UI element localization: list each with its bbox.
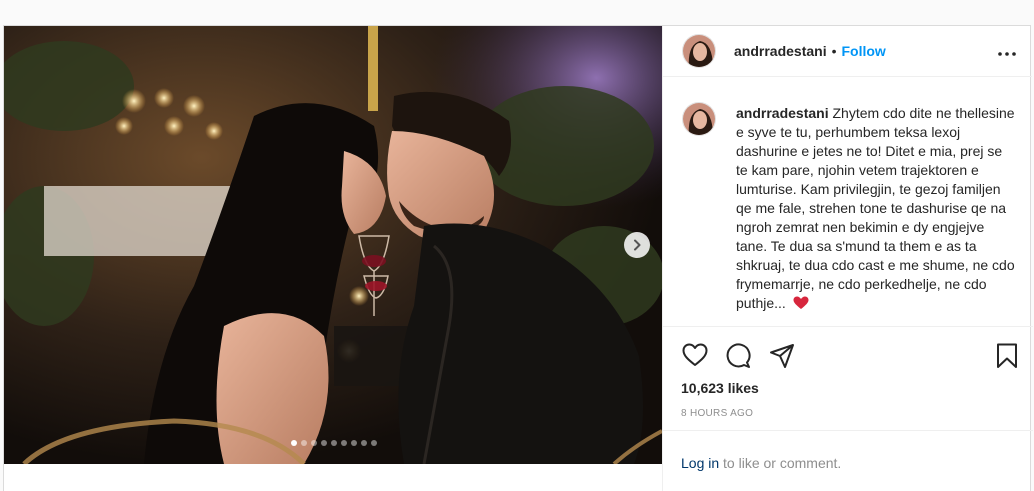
carousel-dot: [321, 440, 327, 446]
bookmark-button[interactable]: [996, 343, 1018, 374]
carousel-dots: [291, 440, 377, 446]
divider: [663, 326, 1033, 327]
like-button[interactable]: [682, 343, 708, 372]
likes-count[interactable]: 10,623 likes: [681, 380, 759, 396]
caption-username[interactable]: andrradestani: [736, 105, 829, 121]
instagram-post: andrradestani • Follow andrradestani Zhy…: [3, 25, 1033, 491]
follow-button[interactable]: Follow: [842, 43, 886, 59]
post-caption: andrradestani Zhytem cdo dite ne thelles…: [736, 104, 1016, 315]
comment-icon: [726, 343, 751, 368]
carousel-dot: [311, 440, 317, 446]
login-prompt-text: to like or comment.: [719, 455, 842, 471]
post-photo[interactable]: [4, 26, 662, 464]
post-timestamp[interactable]: 8 HOURS AGO: [681, 408, 753, 419]
heart-icon: [682, 343, 708, 366]
comment-button[interactable]: [725, 343, 751, 374]
share-button[interactable]: [769, 343, 795, 374]
login-prompt: Log in to like or comment.: [681, 455, 841, 471]
carousel-dot: [341, 440, 347, 446]
separator-dot: •: [831, 43, 837, 59]
carousel-dot: [301, 440, 307, 446]
more-options-button[interactable]: [998, 43, 1016, 61]
caption-text: Zhytem cdo dite ne thellesine e syve te …: [736, 105, 1015, 311]
carousel-dot: [371, 440, 377, 446]
carousel-next-button[interactable]: [624, 232, 650, 258]
carousel-dot: [361, 440, 367, 446]
carousel-dot: [351, 440, 357, 446]
carousel-dot: [291, 440, 297, 446]
carousel-dot: [331, 440, 337, 446]
more-options-icon: [998, 52, 1016, 56]
bookmark-icon: [997, 343, 1017, 368]
avatar-image: [683, 35, 715, 67]
post-header: andrradestani • Follow: [663, 26, 1032, 77]
comments-area: andrradestani Zhytem cdo dite ne thelles…: [663, 100, 1033, 326]
caption-avatar[interactable]: [682, 102, 716, 136]
share-icon: [770, 344, 794, 368]
action-bar: [682, 343, 1018, 371]
post-sidebar: andrradestani • Follow andrradestani Zhy…: [662, 26, 1033, 491]
photo-image: [4, 26, 662, 464]
login-link[interactable]: Log in: [681, 455, 719, 471]
avatar-image: [683, 103, 715, 135]
next-arrow-icon: [634, 239, 641, 251]
heart-emoji-icon: [793, 296, 809, 315]
avatar[interactable]: [682, 34, 716, 68]
username-link[interactable]: andrradestani: [734, 43, 827, 59]
divider: [663, 430, 1033, 431]
